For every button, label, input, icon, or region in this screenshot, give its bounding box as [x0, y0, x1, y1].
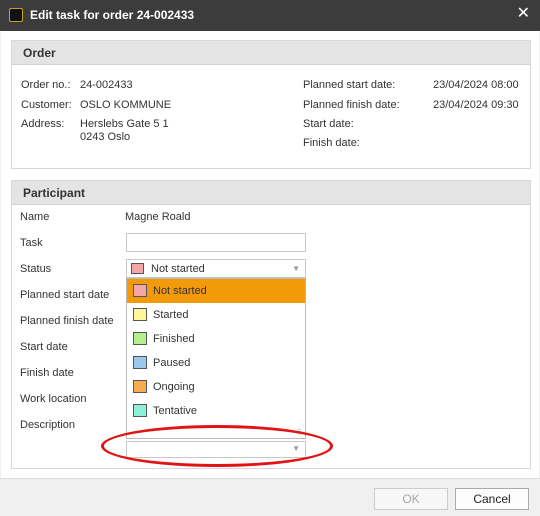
app-icon	[9, 8, 23, 22]
planned-finish-label: Planned finish date:	[303, 99, 400, 111]
task-input[interactable]	[126, 233, 306, 252]
status-select-value: Not started	[151, 263, 205, 275]
status-color-swatch	[133, 380, 147, 393]
dialog-content: Order Order no.: 24-002433 Customer: OSL…	[1, 31, 539, 478]
status-color-swatch	[133, 356, 147, 369]
status-dropdown-list: Not started Started Finished Paused Ongoing T…	[126, 278, 306, 439]
title-bar: Edit task for order 24-002433 ✕	[0, 0, 540, 31]
cancel-button[interactable]: Cancel	[455, 488, 529, 510]
order-no-value: 24-002433	[80, 79, 133, 91]
status-option-started[interactable]: Started	[127, 303, 305, 327]
ok-button[interactable]: OK	[374, 488, 448, 510]
status-color-swatch	[133, 404, 147, 417]
window-title: Edit task for order 24-002433	[30, 8, 195, 22]
order-group: Order Order no.: 24-002433 Customer: OSL…	[11, 40, 531, 169]
status-option-label: Not started	[153, 285, 207, 297]
address-label: Address:	[21, 118, 65, 130]
finish-date-field-label: Finish date	[20, 367, 74, 379]
name-label: Name	[20, 211, 50, 223]
status-color-swatch	[133, 284, 147, 297]
customer-label: Customer:	[21, 99, 72, 111]
order-no-label: Order no.:	[21, 79, 71, 91]
resize-grip-icon[interactable]: ⠿	[296, 428, 302, 437]
status-color-swatch	[133, 308, 147, 321]
task-label: Task	[20, 237, 43, 249]
status-option-finished[interactable]: Finished	[127, 327, 305, 351]
status-option-ongoing[interactable]: Ongoing	[127, 375, 305, 399]
start-date-label: Start date:	[303, 118, 354, 130]
status-option-label: Tentative	[153, 405, 198, 417]
status-select[interactable]: Not started ▼	[126, 259, 306, 278]
status-color-swatch	[133, 332, 147, 345]
description-select[interactable]: ▼	[126, 441, 306, 458]
status-option-label: Started	[153, 309, 189, 321]
address-line-2: 0243 Oslo	[80, 131, 131, 143]
dialog-footer: OK Cancel	[0, 478, 540, 516]
planned-finish-date-label: Planned finish date	[20, 315, 114, 327]
description-label: Description	[20, 419, 76, 431]
status-option-paused[interactable]: Paused	[127, 351, 305, 375]
status-option-tentative[interactable]: Tentative	[127, 399, 305, 423]
planned-start-label: Planned start date:	[303, 79, 396, 91]
status-option-label: Ongoing	[153, 381, 195, 393]
chevron-down-icon[interactable]: ▼	[292, 444, 300, 453]
status-color-swatch	[131, 263, 144, 274]
close-icon[interactable]: ✕	[517, 5, 530, 23]
address-line-1: Herslebs Gate 5 1	[80, 118, 169, 130]
customer-value: OSLO KOMMUNE	[80, 99, 172, 111]
participant-header: Participant	[12, 181, 530, 205]
status-option-not-started[interactable]: Not started	[127, 279, 305, 303]
finish-date-label: Finish date:	[303, 137, 360, 149]
chevron-down-icon[interactable]: ▼	[292, 264, 300, 273]
start-date-field-label: Start date	[20, 341, 68, 353]
work-location-label: Work location	[20, 393, 87, 405]
name-value: Magne Roald	[125, 211, 191, 223]
status-label: Status	[20, 263, 52, 275]
planned-start-date-label: Planned start date	[20, 289, 110, 301]
order-header: Order	[12, 41, 530, 65]
planned-start-value: 23/04/2024 08:00	[433, 79, 519, 91]
status-option-label: Paused	[153, 357, 191, 369]
status-option-label: Finished	[153, 333, 195, 345]
planned-finish-value: 23/04/2024 09:30	[433, 99, 519, 111]
